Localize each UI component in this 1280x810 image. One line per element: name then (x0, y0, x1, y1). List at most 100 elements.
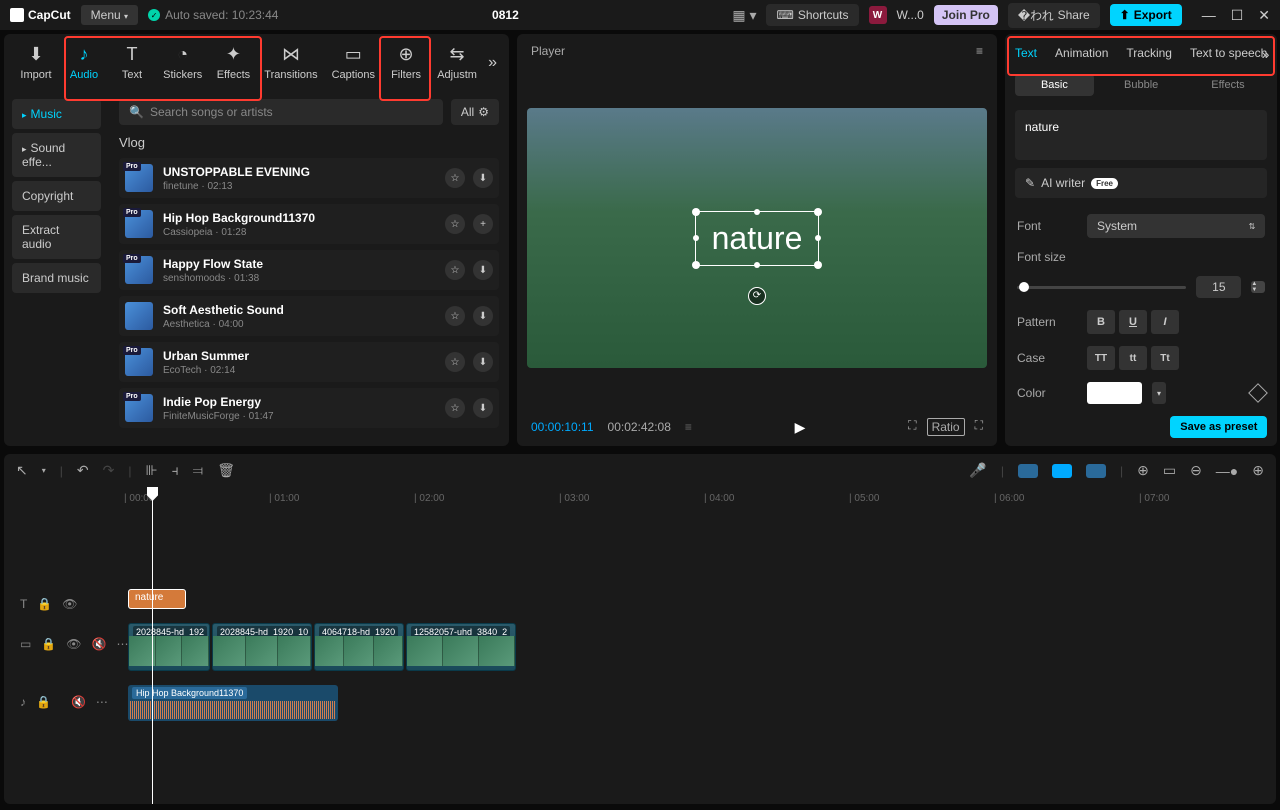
resize-handle-br[interactable] (814, 261, 822, 269)
share-button[interactable]: �われ Share (1008, 3, 1100, 28)
song-item[interactable]: Pro UNSTOPPABLE EVENING finetune · 02:13… (119, 158, 499, 198)
scale-icon[interactable]: ⛶ (908, 418, 916, 436)
magnet-toggle-1[interactable] (1018, 464, 1038, 478)
preview-icon[interactable]: ▭ (1163, 462, 1176, 479)
undo-button[interactable]: ↶ (77, 462, 89, 479)
ratio-button[interactable]: Ratio (927, 418, 965, 436)
audio-track[interactable]: Hip Hop Background11370 (124, 685, 1276, 725)
lock-icon[interactable]: 🔒 (37, 597, 52, 611)
mute-icon[interactable]: 🔇 (92, 637, 107, 651)
song-item[interactable]: Pro Indie Pop Energy FiniteMusicForge · … (119, 388, 499, 428)
visibility-icon[interactable]: 👁 (62, 597, 77, 611)
audio-clip[interactable]: Hip Hop Background11370 (128, 685, 338, 721)
player-menu-icon[interactable]: ≡ (976, 44, 983, 58)
video-frame[interactable]: nature ⟳ (527, 108, 987, 368)
uppercase-button[interactable]: TT (1087, 346, 1115, 370)
project-name[interactable]: 0812 (288, 8, 722, 22)
resize-handle-tr[interactable] (814, 208, 822, 216)
sidebar-item-copyright[interactable]: Copyright (12, 181, 101, 211)
video-track[interactable]: 2028845-hd_1922028845-hd_1920_104064718-… (124, 623, 1276, 673)
song-item[interactable]: Pro Urban Summer EcoTech · 02:14 ☆ ⬇ (119, 342, 499, 382)
close-button[interactable]: ✕ (1258, 7, 1270, 24)
tool-text[interactable]: TText (108, 40, 156, 85)
visibility-icon[interactable]: 👁 (66, 637, 81, 651)
layout-icon[interactable]: ▦ ▾ (732, 7, 756, 24)
tab-text[interactable]: Text (1015, 46, 1037, 60)
video-clip[interactable]: 2028845-hd_192 (128, 623, 210, 671)
minimize-button[interactable]: — (1202, 7, 1216, 24)
tab-text-to-speech[interactable]: Text to speech (1190, 46, 1267, 60)
tool-transitions[interactable]: ⋈Transitions (257, 40, 324, 85)
mute-icon[interactable]: 🔇 (71, 695, 86, 709)
resize-handle-bl[interactable] (692, 261, 700, 269)
subtab-basic[interactable]: Basic (1015, 74, 1094, 96)
download-icon[interactable]: ⬇ (473, 306, 493, 326)
tab-animation[interactable]: Animation (1055, 46, 1108, 60)
search-input[interactable]: 🔍 Search songs or artists (119, 99, 443, 125)
timeline-tracks[interactable]: | 00:00| 01:00| 02:00| 03:00| 04:00| 05:… (124, 487, 1276, 804)
font-select[interactable]: System ⇅ (1087, 214, 1265, 238)
video-clip[interactable]: 2028845-hd_1920_10 (212, 623, 312, 671)
titlecase-button[interactable]: Tt (1151, 346, 1179, 370)
zoom-out-icon[interactable]: ⊖ (1190, 462, 1202, 479)
delete-tool[interactable]: 🗑 (217, 462, 235, 479)
magnet-toggle-3[interactable] (1086, 464, 1106, 478)
more-icon[interactable]: ⋯ (96, 695, 108, 709)
resize-handle-mr[interactable] (815, 235, 821, 241)
lowercase-button[interactable]: tt (1119, 346, 1147, 370)
download-icon[interactable]: ⬇ (473, 260, 493, 280)
subtab-bubble[interactable]: Bubble (1102, 74, 1181, 96)
favorite-icon[interactable]: ☆ (445, 214, 465, 234)
text-input[interactable]: nature (1015, 110, 1267, 160)
redo-button[interactable]: ↷ (103, 462, 115, 479)
cursor-tool[interactable]: ↖ (16, 462, 28, 479)
time-ruler[interactable]: | 00:00| 01:00| 02:00| 03:00| 04:00| 05:… (124, 487, 1276, 515)
text-clip[interactable]: nature (128, 589, 186, 609)
zoom-slider[interactable]: —● (1216, 463, 1238, 479)
tabs-more-icon[interactable]: » (1262, 46, 1270, 62)
resize-handle-tl[interactable] (692, 208, 700, 216)
bold-button[interactable]: B (1087, 310, 1115, 334)
player-viewport[interactable]: nature ⟳ (517, 68, 997, 408)
sidebar-item-music[interactable]: ▸Music (12, 99, 101, 129)
tool-captions[interactable]: ▭Captions (325, 40, 383, 85)
tool-effects[interactable]: ✦Effects (209, 40, 257, 85)
mic-icon[interactable]: 🎤 (969, 462, 986, 479)
join-pro-button[interactable]: Join Pro (934, 5, 998, 25)
song-item[interactable]: Pro Happy Flow State senshomoods · 01:38… (119, 250, 499, 290)
save-preset-button[interactable]: Save as preset (1170, 416, 1267, 438)
tool-filters[interactable]: ⊕Filters (382, 40, 430, 85)
text-overlay-box[interactable]: nature ⟳ (695, 211, 820, 266)
favorite-icon[interactable]: ☆ (445, 306, 465, 326)
add-icon[interactable]: + (473, 214, 493, 234)
split-left-tool[interactable]: ⫞ (172, 462, 179, 479)
text-track[interactable]: nature (124, 589, 1276, 619)
filter-button[interactable]: All ⚙ (451, 99, 499, 125)
cursor-dropdown[interactable]: ▾ (42, 466, 46, 475)
lock-icon[interactable]: 🔒 (41, 637, 56, 651)
tool-import[interactable]: ⬇Import (12, 40, 60, 85)
sidebar-item-extractaudio[interactable]: Extract audio (12, 215, 101, 259)
color-dropdown[interactable]: ▾ (1152, 382, 1166, 404)
playhead[interactable] (152, 487, 153, 804)
sidebar-item-soundeffe[interactable]: ▸Sound effe... (12, 133, 101, 177)
ai-writer-button[interactable]: ✎ AI writer Free (1015, 168, 1267, 198)
tool-audio[interactable]: ♪Audio (60, 40, 108, 85)
align-icon[interactable]: ⊕ (1137, 462, 1149, 479)
maximize-button[interactable]: ☐ (1231, 7, 1244, 24)
favorite-icon[interactable]: ☆ (445, 398, 465, 418)
video-clip[interactable]: 12582057-uhd_3840_2 (406, 623, 516, 671)
tool-adjustm[interactable]: ⇆Adjustm (430, 40, 484, 85)
favorite-icon[interactable]: ☆ (445, 352, 465, 372)
size-input[interactable]: 15 (1196, 276, 1241, 298)
zoom-in-icon[interactable]: ⊕ (1252, 462, 1264, 479)
download-icon[interactable]: ⬇ (473, 352, 493, 372)
resize-handle-tm[interactable] (754, 209, 760, 215)
song-item[interactable]: Pro Hip Hop Background11370 Cassiopeia ·… (119, 204, 499, 244)
resize-handle-bm[interactable] (754, 262, 760, 268)
fullscreen-icon[interactable]: ⛶ (975, 418, 983, 436)
shortcuts-button[interactable]: ⌨ Shortcuts (766, 4, 858, 26)
split-right-tool[interactable]: ⫤ (193, 462, 204, 479)
magnet-toggle-2[interactable] (1052, 464, 1072, 478)
rotate-handle[interactable]: ⟳ (748, 287, 766, 305)
